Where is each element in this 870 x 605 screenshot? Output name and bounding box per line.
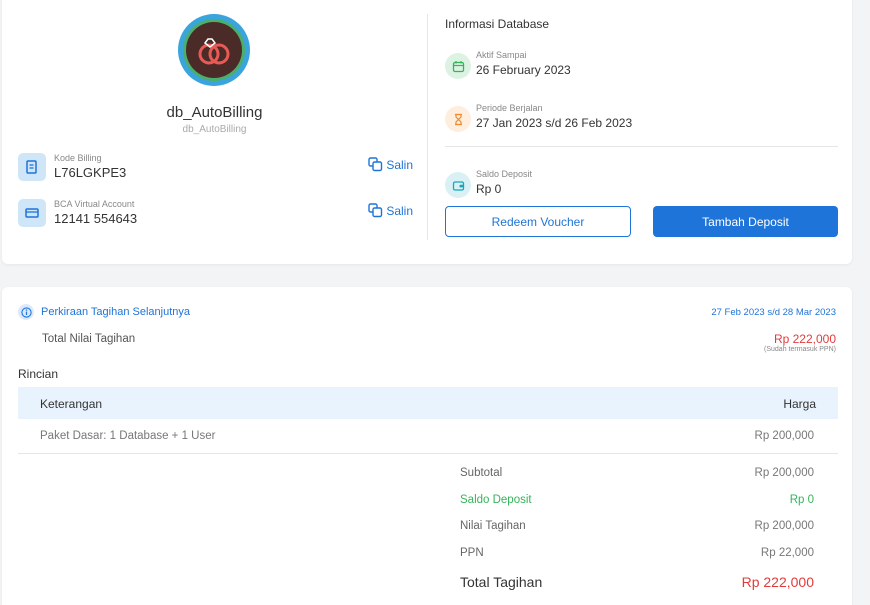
tax-included-note: (Sudah termasuk PPN) (764, 346, 836, 353)
document-icon (18, 153, 46, 181)
details-table-header: Keterangan Harga (18, 387, 838, 419)
deposit-deduction-value: Rp 0 (789, 494, 814, 506)
card-icon (18, 199, 46, 227)
ppn-label: PPN (460, 547, 484, 559)
current-period-value: 27 Jan 2023 s/d 26 Feb 2023 (476, 116, 633, 130)
column-description: Keterangan (40, 397, 103, 411)
billing-code-label: Kode Billing (54, 153, 102, 163)
info-icon (18, 304, 34, 320)
deposit-deduction-label: Saldo Deposit (460, 494, 532, 506)
virtual-account-row: BCA Virtual Account 12141 554643 Salin (18, 199, 413, 231)
details-heading: Rincian (18, 367, 59, 381)
horizontal-divider (445, 146, 838, 147)
copy-label: Salin (386, 203, 413, 218)
total-bill-label: Total Nilai Tagihan (42, 333, 136, 345)
calendar-icon (445, 53, 471, 79)
deposit-balance-row: Saldo Deposit Rp 0 (445, 169, 838, 203)
hourglass-icon (445, 106, 471, 132)
virtual-account-value: 12141 554643 (54, 211, 138, 226)
billing-code-row: Kode Billing L76LGKPE3 Salin (18, 153, 413, 185)
copy-icon (368, 157, 383, 172)
current-period-row: Periode Berjalan 27 Jan 2023 s/d 26 Feb … (445, 103, 838, 137)
estimate-period: 27 Feb 2023 s/d 28 Mar 2023 (711, 307, 836, 318)
ppn-value: Rp 22,000 (760, 547, 814, 559)
subtotal-label: Subtotal (460, 467, 503, 479)
table-row-description: Paket Dasar: 1 Database + 1 User (40, 430, 216, 442)
table-row-price: Rp 200,000 (754, 430, 814, 442)
copy-label: Salin (386, 157, 413, 172)
deposit-balance-label: Saldo Deposit (476, 169, 533, 179)
database-summary-card: db_AutoBilling db_AutoBilling Kode Billi… (2, 0, 852, 264)
copy-billing-code-button[interactable]: Salin (368, 157, 413, 172)
database-info-title: Informasi Database (445, 17, 550, 31)
billing-code-value: L76LGKPE3 (54, 165, 127, 180)
database-avatar (178, 14, 250, 86)
total-bill-amount: Rp 222,000 (773, 332, 836, 346)
redeem-voucher-button[interactable]: Redeem Voucher (445, 206, 631, 237)
copy-icon (368, 203, 383, 218)
avatar-rings-icon (198, 38, 230, 65)
add-deposit-button[interactable]: Tambah Deposit (653, 206, 838, 237)
bill-value-amount: Rp 200,000 (754, 520, 814, 532)
grand-total-value: Rp 222,000 (741, 574, 814, 590)
active-until-row: Aktif Sampai 26 February 2023 (445, 50, 838, 84)
active-until-label: Aktif Sampai (476, 50, 527, 60)
column-price: Harga (783, 397, 816, 411)
virtual-account-label: BCA Virtual Account (54, 199, 135, 209)
estimate-header: Perkiraan Tagihan Selanjutnya (18, 304, 190, 320)
wallet-icon (445, 172, 471, 198)
grand-total-label: Total Tagihan (460, 574, 543, 590)
current-period-label: Periode Berjalan (476, 103, 543, 113)
table-divider (18, 453, 838, 454)
vertical-divider (427, 14, 428, 240)
subtotal-value: Rp 200,000 (754, 467, 814, 479)
database-subname: db_AutoBilling (182, 124, 247, 135)
copy-virtual-account-button[interactable]: Salin (368, 203, 413, 218)
estimate-title: Perkiraan Tagihan Selanjutnya (41, 306, 191, 318)
bill-value-label: Nilai Tagihan (460, 520, 526, 532)
active-until-value: 26 February 2023 (476, 63, 571, 77)
deposit-balance-value: Rp 0 (476, 182, 502, 196)
database-name: db_AutoBilling (166, 104, 263, 121)
billing-estimate-card: Perkiraan Tagihan Selanjutnya 27 Feb 202… (2, 287, 852, 605)
